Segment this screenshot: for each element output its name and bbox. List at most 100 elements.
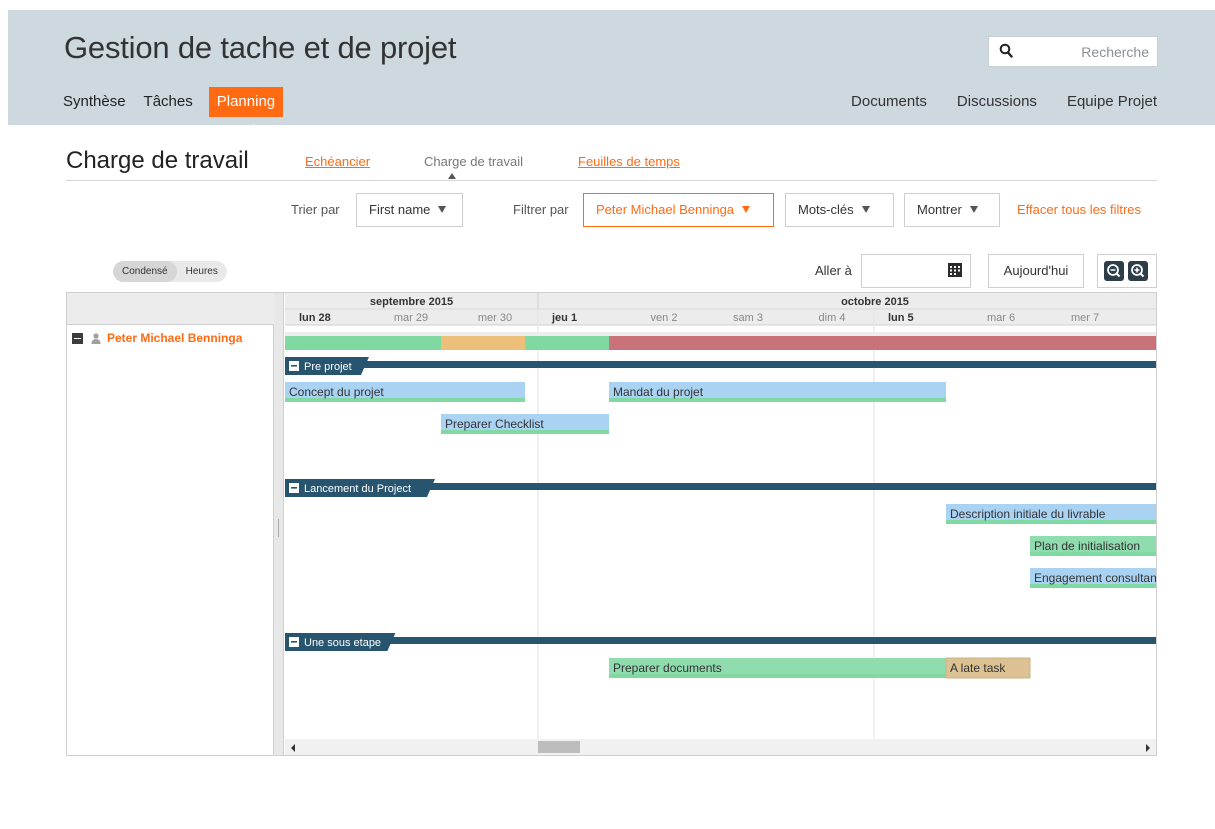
zoom-in-icon[interactable] xyxy=(1128,261,1148,281)
chevron-down-icon xyxy=(969,206,978,213)
clear-filters-link[interactable]: Effacer tous les filtres xyxy=(1017,202,1141,217)
month-label: octobre 2015 xyxy=(841,296,909,308)
group-name: Pre projet xyxy=(304,361,352,373)
task-label: Preparer Checklist xyxy=(445,417,544,431)
view-hours-button[interactable]: Heures xyxy=(177,261,227,282)
scroll-left-icon[interactable] xyxy=(291,744,295,752)
group-collapse-dash xyxy=(291,641,297,643)
task-group: Lancement du Project xyxy=(285,479,1156,497)
task-group: Une sous etape xyxy=(285,633,1156,651)
chevron-down-icon xyxy=(861,206,870,213)
timeline-svg: septembre 2015 octobre 2015 lun 28 mar 29 me… xyxy=(285,293,1156,739)
chevron-down-icon xyxy=(438,206,447,213)
goto-label: Aller à xyxy=(815,263,852,278)
month-label: septembre 2015 xyxy=(370,296,453,308)
day-label: mar 6 xyxy=(987,312,1015,324)
zoom-controls xyxy=(1097,254,1157,288)
day-label: lun 28 xyxy=(299,312,331,324)
scrollbar-thumb[interactable] xyxy=(538,741,580,753)
app-title: Gestion de tache et de projet xyxy=(64,30,457,65)
resource-panel: Peter Michael Benninga xyxy=(67,293,274,755)
filter-label: Filtrer par xyxy=(513,202,569,217)
day-label: dim 4 xyxy=(819,312,846,324)
task-label: Plan de initialisation xyxy=(1034,539,1140,553)
load-segment-warn xyxy=(441,336,525,350)
day-label: lun 5 xyxy=(888,312,914,324)
filter-person-dropdown[interactable]: Peter Michael Benninga xyxy=(583,193,774,227)
group-name: Une sous etape xyxy=(304,637,381,649)
goto-date-input[interactable] xyxy=(861,254,971,288)
task-bar: Plan de initialisation xyxy=(1030,536,1156,556)
day-label: ven 2 xyxy=(651,312,678,324)
splitter-grip xyxy=(278,519,279,537)
active-tab-caret xyxy=(448,173,456,179)
search-input[interactable]: Recherche xyxy=(988,36,1158,67)
nav-synthese[interactable]: Synthèse xyxy=(63,87,126,117)
tab-charge-de-travail[interactable]: Charge de travail xyxy=(424,154,523,169)
resource-panel-header xyxy=(67,293,274,325)
resource-name: Peter Michael Benninga xyxy=(107,331,243,345)
main-nav: Synthèse Tâches Planning xyxy=(63,87,301,130)
task-bar: Preparer documents xyxy=(609,658,946,678)
sort-value: First name xyxy=(369,202,431,217)
day-label: mar 29 xyxy=(394,312,428,324)
app-header: Gestion de tache et de projet Recherche … xyxy=(8,10,1215,130)
nav-taches[interactable]: Tâches xyxy=(144,87,193,117)
task-bar: Engagement consultant xyxy=(1030,568,1156,588)
group-rule xyxy=(285,637,1156,644)
collapse-icon[interactable] xyxy=(72,332,83,344)
person-icon xyxy=(91,332,101,344)
nav-planning[interactable]: Planning xyxy=(208,87,284,130)
task-bar: Preparer Checklist xyxy=(441,414,609,434)
day-label: mer 30 xyxy=(478,312,512,324)
secondary-nav: Documents Discussions Equipe Projet xyxy=(821,87,1157,117)
horizontal-scrollbar[interactable] xyxy=(285,739,1156,755)
zoom-out-icon[interactable] xyxy=(1104,261,1124,281)
task-label: A late task xyxy=(950,661,1006,675)
sort-dropdown[interactable]: First name xyxy=(356,193,463,227)
workload-gantt: Peter Michael Benninga septembre 2015 oct… xyxy=(66,292,1157,756)
task-label: Mandat du projet xyxy=(613,385,704,399)
view-condensed-button[interactable]: Condensé xyxy=(113,261,177,282)
keywords-dropdown[interactable]: Mots-clés xyxy=(785,193,894,227)
day-label: jeu 1 xyxy=(551,312,577,324)
task-group: Pre projet xyxy=(285,357,1156,375)
show-label: Montrer xyxy=(917,202,962,217)
filter-value: Peter Michael Benninga xyxy=(596,202,735,217)
show-dropdown[interactable]: Montrer xyxy=(904,193,1000,227)
task-bar: Mandat du projet xyxy=(609,382,946,402)
group-collapse-dash xyxy=(291,487,297,489)
tab-feuilles-de-temps[interactable]: Feuilles de temps xyxy=(578,154,680,169)
task-bar: A late task xyxy=(945,657,1031,679)
calendar-icon[interactable] xyxy=(948,263,962,277)
resource-row[interactable]: Peter Michael Benninga xyxy=(72,331,242,345)
task-bar: Description initiale du livrable xyxy=(946,504,1156,524)
task-label: Engagement consultant xyxy=(1034,571,1156,585)
divider xyxy=(66,180,1157,181)
timeline-chart: septembre 2015 octobre 2015 lun 28 mar 29 me… xyxy=(285,293,1156,755)
group-rule xyxy=(285,361,1156,368)
nav-documents[interactable]: Documents xyxy=(851,87,927,117)
load-segment-ok xyxy=(525,336,609,350)
search-placeholder: Recherche xyxy=(1081,44,1149,60)
group-name: Lancement du Project xyxy=(304,483,411,495)
nav-discussions[interactable]: Discussions xyxy=(957,87,1037,117)
search-icon xyxy=(999,43,1013,58)
keywords-label: Mots-clés xyxy=(798,202,854,217)
task-label: Description initiale du livrable xyxy=(950,507,1106,521)
nav-equipe-projet[interactable]: Equipe Projet xyxy=(1067,87,1157,117)
view-toggle: Condensé Heures xyxy=(113,261,227,282)
scroll-right-icon[interactable] xyxy=(1146,744,1150,752)
chevron-down-icon xyxy=(742,206,751,213)
task-label: Concept du projet xyxy=(289,385,384,399)
today-button[interactable]: Aujourd'hui xyxy=(988,254,1084,288)
day-label: sam 3 xyxy=(733,312,763,324)
day-label: mer 7 xyxy=(1071,312,1099,324)
panel-splitter[interactable] xyxy=(274,293,284,755)
load-segment-ok xyxy=(285,336,441,350)
load-segment-over xyxy=(609,336,1156,350)
page-title: Charge de travail xyxy=(66,147,249,174)
tab-echeancier[interactable]: Echéancier xyxy=(305,154,370,169)
task-label: Preparer documents xyxy=(613,661,722,675)
task-bar: Concept du projet xyxy=(285,382,525,402)
